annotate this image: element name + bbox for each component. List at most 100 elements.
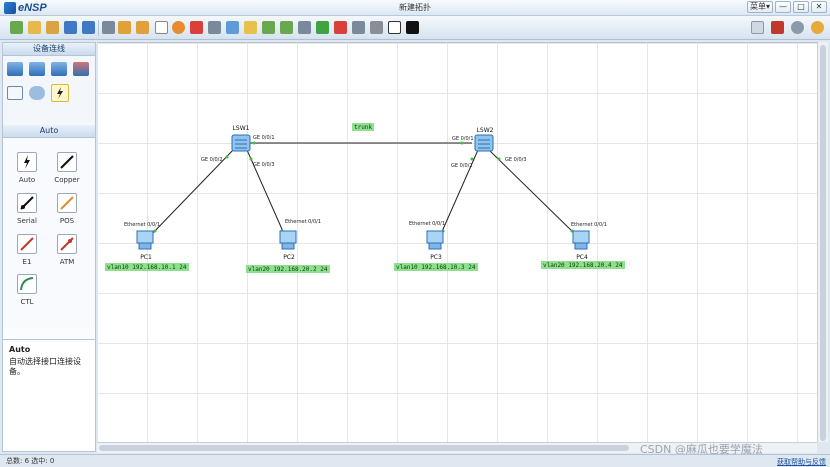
print-icon[interactable] <box>82 21 95 34</box>
open-icon[interactable] <box>28 21 41 34</box>
port-status-dot <box>153 229 157 233</box>
cable-ctl[interactable]: CTL <box>9 274 45 306</box>
close-button[interactable]: ✕ <box>811 1 827 13</box>
port-label: GE 0/0/1 <box>253 135 275 141</box>
text-icon[interactable] <box>208 21 221 34</box>
pc-monitor-icon <box>136 230 154 244</box>
port-status-dot <box>225 155 229 159</box>
cable-label: POS <box>59 217 75 225</box>
zoom-in-icon[interactable] <box>244 21 257 34</box>
description-panel: Auto 自动选择接口连接设备。 <box>3 339 95 451</box>
cable-label: Copper <box>54 176 80 184</box>
link-lsw2-pc4[interactable] <box>488 149 578 237</box>
cable-copper[interactable]: Copper <box>49 152 85 184</box>
vertical-scrollbar[interactable] <box>817 42 828 442</box>
pos-cable-icon <box>57 193 77 213</box>
display-icon[interactable] <box>370 21 383 34</box>
firewall-category-icon[interactable] <box>73 62 89 76</box>
cable-pos[interactable]: POS <box>49 193 85 225</box>
pc-base-icon <box>281 242 295 250</box>
pc-monitor-icon <box>279 230 297 244</box>
wlan-category-icon[interactable] <box>51 62 67 76</box>
feedback-link[interactable]: 获取帮助与反馈 <box>777 457 826 467</box>
description-title: Auto <box>9 345 31 354</box>
vertical-scroll-thumb[interactable] <box>820 45 826 441</box>
maximize-button[interactable]: □ <box>793 1 809 13</box>
switch-name: LSW1 <box>233 125 250 132</box>
device-category-grid <box>3 56 95 126</box>
redo-icon[interactable] <box>118 21 131 34</box>
terminal-category-icon[interactable] <box>7 86 23 100</box>
device-panel-header: 设备连线 <box>3 43 95 56</box>
capture-icon[interactable] <box>334 21 347 34</box>
auto-cable-icon <box>17 152 37 172</box>
port-status-dot <box>249 157 253 161</box>
cable-serial[interactable]: Serial <box>9 193 45 225</box>
settings-icon[interactable] <box>791 21 804 34</box>
zoom-out-icon[interactable] <box>262 21 275 34</box>
new-topology-icon[interactable] <box>10 21 23 34</box>
atm-cable-icon <box>57 234 77 254</box>
fit-icon[interactable] <box>280 21 293 34</box>
rectangle-icon[interactable] <box>226 21 239 34</box>
minimize-button[interactable]: — <box>775 1 791 13</box>
cable-label: E1 <box>22 258 32 266</box>
huawei-icon[interactable] <box>771 21 784 34</box>
pc-pc2[interactable]: PC2 <box>279 230 297 261</box>
title-bar: eNSP 新建拓扑 菜单▾ — □ ✕ <box>0 0 830 16</box>
delete-icon[interactable] <box>172 21 185 34</box>
pc-base-icon <box>138 242 152 250</box>
switch-category-icon[interactable] <box>29 62 45 76</box>
ip-tag: vlan10 192.168.10.3 24 <box>396 264 476 271</box>
save-icon[interactable] <box>46 21 59 34</box>
port-status-dot <box>252 141 256 145</box>
terminal-icon[interactable] <box>406 21 419 34</box>
port-label: Ethernet 0/0/1 <box>409 221 445 227</box>
pc-name: PC4 <box>576 254 588 261</box>
status-bar: 总数: 6 选中: 0 获取帮助与反馈 <box>0 454 830 467</box>
window-title: 新建拓扑 <box>399 3 431 12</box>
pc-pc4[interactable]: PC4 <box>572 230 590 261</box>
stop-icon[interactable] <box>316 21 329 34</box>
topology-canvas[interactable]: trunk LSW1 GE 0/0/1 GE 0/0/2 GE 0/0/3 LS… <box>97 42 817 442</box>
cable-atm[interactable]: ATM <box>49 234 85 266</box>
toolbar <box>0 16 830 40</box>
save-as-icon[interactable] <box>64 21 77 34</box>
switch-lsw1[interactable]: LSW1 <box>231 125 251 152</box>
cable-label: ATM <box>59 258 75 266</box>
switch-name: LSW2 <box>477 127 494 134</box>
e1-cable-icon <box>17 234 37 254</box>
left-panel: 设备连线 Auto Auto Copper Serial POS E1 ATM … <box>2 42 96 452</box>
ip-tag: vlan10 192.168.10.1 24 <box>107 264 187 271</box>
start-icon[interactable] <box>298 21 311 34</box>
port-label: GE 0/0/2 <box>201 157 223 163</box>
topology-icon[interactable] <box>352 21 365 34</box>
port-label: Ethernet 0/0/1 <box>124 222 160 228</box>
router-category-icon[interactable] <box>7 62 23 76</box>
drag-icon[interactable] <box>155 21 168 34</box>
horizontal-scroll-thumb[interactable] <box>99 445 629 451</box>
pc-name: PC1 <box>140 254 152 261</box>
port-status-dot <box>470 157 474 161</box>
pc-base-icon <box>574 242 588 250</box>
cloud-category-icon[interactable] <box>29 86 45 100</box>
pc-pc3[interactable]: PC3 <box>426 230 444 261</box>
port-label: Ethernet 0/0/1 <box>285 219 321 225</box>
help-icon[interactable] <box>811 21 824 34</box>
toolbar-separator <box>98 20 99 36</box>
connection-category-icon[interactable] <box>51 84 69 102</box>
serial-cable-icon <box>17 193 37 213</box>
chat-icon[interactable] <box>751 21 764 34</box>
switch-lsw2[interactable]: LSW2 <box>474 127 494 152</box>
menu-button[interactable]: 菜单▾ <box>746 1 773 13</box>
select-icon[interactable] <box>136 21 149 34</box>
cli-icon[interactable] <box>388 21 401 34</box>
delete-all-icon[interactable] <box>190 21 203 34</box>
switch-icon <box>474 134 494 152</box>
pc-pc1[interactable]: PC1 <box>136 230 154 261</box>
cable-e1[interactable]: E1 <box>9 234 45 266</box>
undo-icon[interactable] <box>102 21 115 34</box>
cable-panel-header: Auto <box>3 125 95 138</box>
cable-auto[interactable]: Auto <box>9 152 45 184</box>
description-text: 自动选择接口连接设备。 <box>9 357 81 376</box>
